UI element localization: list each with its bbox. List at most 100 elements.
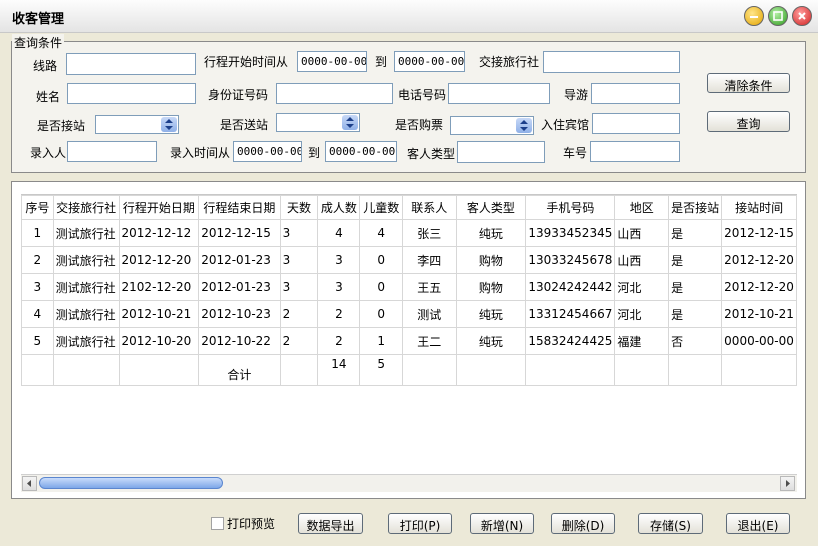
column-header[interactable]: 行程开始日期 [118,195,200,220]
table-cell[interactable]: 13312454667 [525,300,616,328]
table-cell[interactable]: 测试 [402,300,457,328]
column-header[interactable]: 天数 [279,195,319,220]
maximize-button[interactable] [768,6,788,26]
table-cell[interactable]: 13933452345 [525,219,616,247]
table-cell[interactable]: 4 [317,219,361,247]
table-cell[interactable]: 1 [359,327,404,355]
table-cell[interactable]: 测试旅行社 [52,327,120,355]
table-cell[interactable]: 0 [359,246,404,274]
column-header[interactable]: 交接旅行社 [52,195,120,220]
table-cell[interactable]: 3 [317,246,361,274]
table-cell[interactable]: 福建 [614,327,670,355]
idcard-input[interactable] [276,83,393,104]
search-button[interactable]: 查询 [707,111,790,132]
table-row[interactable]: 2 测试旅行社 2012-12-20 2012-01-23 3 3 0 李四 购… [21,246,797,274]
column-header[interactable]: 成人数 [317,195,361,220]
dropoff-select[interactable] [276,113,360,132]
table-cell[interactable]: 3 [21,273,54,301]
ticket-select[interactable] [450,116,534,135]
table-cell[interactable]: 2012-01-23 [198,246,281,274]
print-button[interactable]: 打印(P) [388,513,452,534]
print-preview-checkbox[interactable] [211,517,224,530]
agency-input[interactable] [543,51,680,73]
table-cell[interactable]: 2012-10-21 [118,300,200,328]
table-cell[interactable]: 2012-10-22 [198,327,281,355]
customer-type-input[interactable] [457,141,545,163]
pickup-select[interactable] [95,115,179,134]
table-cell[interactable]: 2012-12-20 [721,273,797,301]
table-cell[interactable]: 否 [668,327,723,355]
table-cell[interactable]: 河北 [614,273,670,301]
table-cell[interactable]: 0 [359,273,404,301]
table-cell[interactable]: 2 [317,300,361,328]
table-cell[interactable]: 张三 [402,219,457,247]
table-cell[interactable]: 河北 [614,300,670,328]
table-cell[interactable]: 2 [317,327,361,355]
table-row[interactable]: 4 测试旅行社 2012-10-21 2012-10-23 2 2 0 测试 纯… [21,300,797,328]
guide-input[interactable] [591,83,680,104]
column-header[interactable]: 联系人 [402,195,457,220]
table-cell[interactable]: 是 [668,219,723,247]
scroll-left-button[interactable] [22,476,37,491]
table-cell[interactable]: 13033245678 [525,246,616,274]
table-cell[interactable]: 购物 [455,273,527,301]
table-cell[interactable]: 纯玩 [455,300,527,328]
name-input[interactable] [67,83,196,104]
table-cell[interactable]: 4 [359,219,404,247]
table-cell[interactable]: 纯玩 [455,219,527,247]
line-input[interactable] [66,53,196,75]
table-cell[interactable]: 2012-01-23 [198,273,281,301]
table-cell[interactable]: 王二 [402,327,457,355]
minimize-button[interactable] [744,6,764,26]
table-cell[interactable]: 0 [359,300,404,328]
table-cell[interactable]: 2012-12-12 [118,219,200,247]
column-header[interactable]: 儿童数 [359,195,404,220]
table-cell[interactable]: 测试旅行社 [52,273,120,301]
table-cell[interactable]: 5 [21,327,54,355]
scroll-right-button[interactable] [780,476,795,491]
table-cell[interactable]: 2012-10-20 [118,327,200,355]
table-cell[interactable]: 3 [279,246,319,274]
table-cell[interactable]: 测试旅行社 [52,300,120,328]
table-row[interactable]: 5 测试旅行社 2012-10-20 2012-10-22 2 2 1 王二 纯… [21,327,797,355]
horizontal-scrollbar[interactable] [21,474,797,492]
table-cell[interactable]: 2012-12-15 [198,219,281,247]
record-from-input[interactable]: 0000-00-00 [233,141,302,162]
table-cell[interactable]: 2012-10-23 [198,300,281,328]
ticket-dropdown-button[interactable] [516,118,532,133]
delete-button[interactable]: 删除(D) [551,513,615,534]
clear-conditions-button[interactable]: 清除条件 [707,73,790,93]
scrollbar-thumb[interactable] [39,477,223,489]
dropoff-dropdown-button[interactable] [342,115,358,130]
hotel-input[interactable] [592,113,680,134]
table-cell[interactable]: 2 [21,246,54,274]
column-header[interactable]: 行程结束日期 [198,195,281,220]
table-cell[interactable]: 2 [279,300,319,328]
recorder-input[interactable] [67,141,157,162]
start-from-input[interactable]: 0000-00-00 [297,51,367,72]
table-cell[interactable]: 2012-12-20 [118,246,200,274]
table-cell[interactable]: 15832424425 [525,327,616,355]
column-header[interactable]: 序号 [21,195,54,220]
table-cell[interactable]: 购物 [455,246,527,274]
table-cell[interactable]: 纯玩 [455,327,527,355]
data-grid[interactable]: 序号 交接旅行社 行程开始日期 行程结束日期 天数 成人数 儿童数 联系人 客人… [21,194,797,475]
table-cell[interactable]: 王五 [402,273,457,301]
table-cell[interactable]: 是 [668,300,723,328]
column-header[interactable]: 地区 [614,195,670,220]
table-cell[interactable]: 测试旅行社 [52,219,120,247]
table-cell[interactable]: 13024242442 [525,273,616,301]
export-button[interactable]: 数据导出 [298,513,363,534]
close-button[interactable] [792,6,812,26]
table-cell[interactable]: 3 [317,273,361,301]
table-cell[interactable]: 2 [279,327,319,355]
add-button[interactable]: 新增(N) [470,513,534,534]
save-button[interactable]: 存储(S) [638,513,703,534]
table-row[interactable]: 1 测试旅行社 2012-12-12 2012-12-15 3 4 4 张三 纯… [21,219,797,247]
table-cell[interactable]: 李四 [402,246,457,274]
table-cell[interactable]: 0000-00-00 [721,327,797,355]
title-bar[interactable]: 收客管理 [0,0,818,33]
exit-button[interactable]: 退出(E) [726,513,790,534]
table-cell[interactable]: 2012-12-15 [721,219,797,247]
table-cell[interactable]: 2102-12-20 [118,273,200,301]
